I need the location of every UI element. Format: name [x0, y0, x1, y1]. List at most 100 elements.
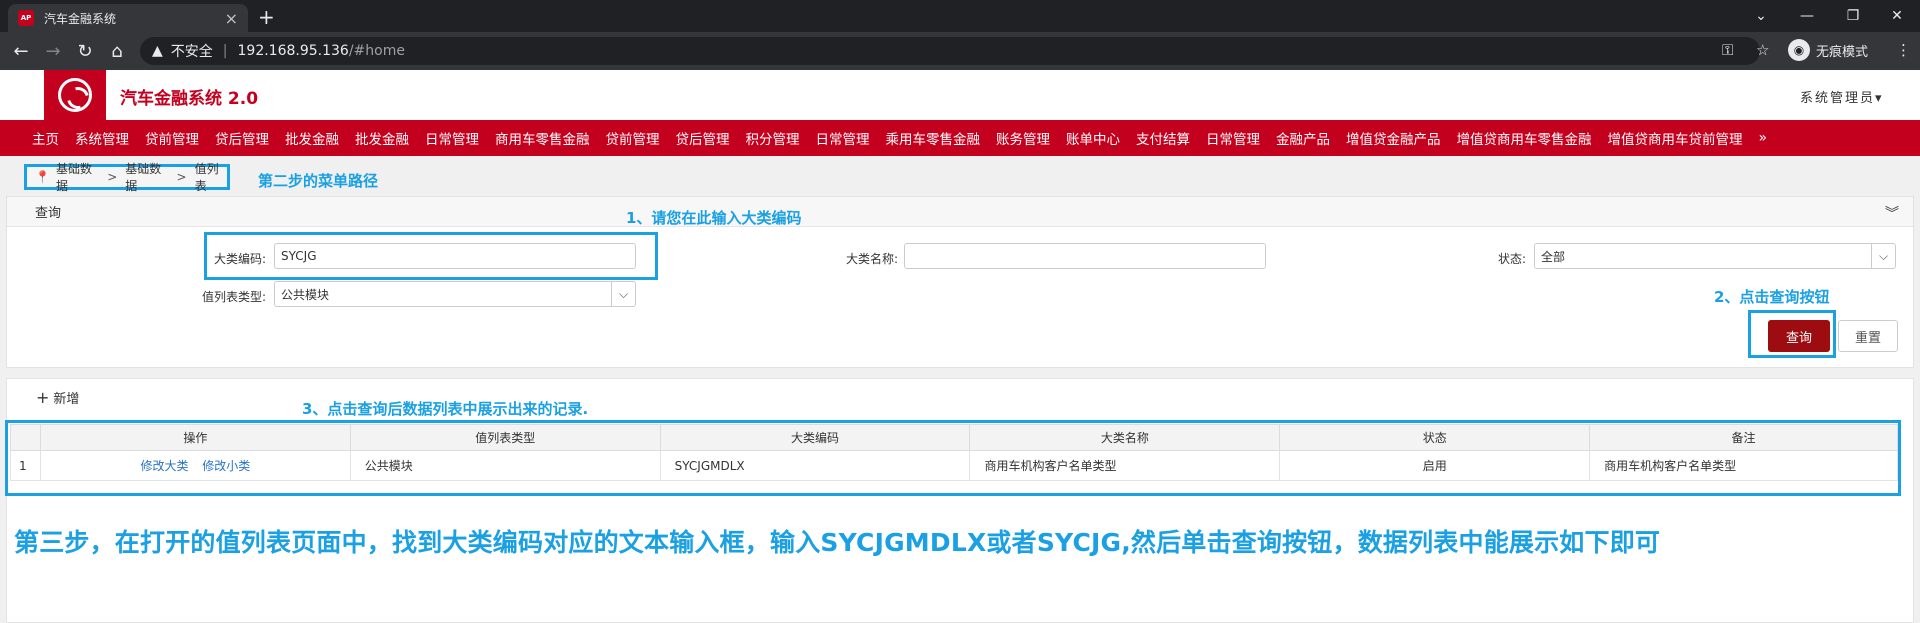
cell-code: SYCJGMDLX — [659, 450, 971, 481]
results-table: 操作 值列表类型 大类编码 大类名称 状态 备注 1 修改大类 修改小类 公共模… — [10, 424, 1898, 481]
collapse-chevron-icon[interactable]: ︾ — [1885, 203, 1899, 223]
warning-icon: ▲ — [152, 43, 163, 59]
menu-item[interactable]: 账务管理 — [996, 128, 1050, 148]
annotation-step3-records: 3、点击查询后数据列表中展示出来的记录. — [302, 400, 589, 418]
menu-item[interactable]: 积分管理 — [746, 128, 800, 148]
instruction-step3: 第三步，在打开的值列表页面中，找到大类编码对应的文本输入框，输入SYCJGMDL… — [14, 528, 1661, 557]
browser-tab-bar: AP 汽车金融系统 × + ⌄ — ❐ ✕ — [0, 0, 1920, 32]
url-path: /#home — [348, 43, 405, 59]
menu-item[interactable]: 贷后管理 — [215, 128, 269, 148]
cell-status: 启用 — [1279, 450, 1591, 481]
reload-icon[interactable]: ↻ — [74, 41, 96, 62]
menu-item[interactable]: 商用车零售金融 — [495, 128, 590, 148]
column-header: 大类名称 — [969, 424, 1281, 451]
window-close-icon[interactable]: ✕ — [1874, 0, 1920, 32]
name-input[interactable] — [904, 243, 1266, 269]
menu-item[interactable]: 增值贷商用车贷前管理 — [1608, 128, 1743, 148]
menu-item[interactable]: 贷前管理 — [606, 128, 660, 148]
plus-icon: + — [36, 388, 50, 407]
annotation-step2-search: 2、点击查询按钮 — [1714, 288, 1830, 306]
main-menu: 主页 系统管理 贷前管理 贷后管理 批发金融 批发金融 日常管理 商用车零售金融 贷前管理 贷后管… — [0, 120, 1920, 156]
menu-item[interactable]: 日常管理 — [1206, 128, 1260, 148]
caret-down-icon: ▾ — [1875, 91, 1884, 106]
add-button[interactable]: + 新增 — [36, 388, 79, 407]
edit-category-link[interactable]: 修改大类 — [140, 459, 188, 473]
column-header: 备注 — [1589, 424, 1898, 451]
chevron-down-icon: ⌵ — [611, 282, 635, 306]
results-panel — [6, 378, 1914, 623]
menu-item[interactable]: 批发金融 — [285, 128, 339, 148]
type-label: 值列表类型: — [201, 290, 266, 304]
menu-item[interactable]: 乘用车零售金融 — [886, 128, 981, 148]
restore-icon[interactable]: ❐ — [1830, 0, 1876, 32]
status-label: 状态: — [1497, 252, 1526, 266]
address-bar[interactable]: ▲ 不安全 | 192.168.95.136 /#home — [140, 37, 1760, 65]
new-tab-icon[interactable]: + — [258, 5, 275, 29]
table-row[interactable]: 1 修改大类 修改小类 公共模块 SYCJGMDLX 商用车机构客户名单类型 启… — [10, 450, 1898, 481]
menu-item[interactable]: 支付结算 — [1136, 128, 1190, 148]
home-icon[interactable]: ⌂ — [106, 41, 128, 62]
column-header: 操作 — [39, 424, 351, 451]
url-host: 192.168.95.136 — [237, 43, 349, 59]
menu-item[interactable]: 批发金融 — [355, 128, 409, 148]
incognito-icon: ◉ — [1788, 39, 1810, 61]
cell-name: 商用车机构客户名单类型 — [969, 450, 1281, 481]
table-header-row: 操作 值列表类型 大类编码 大类名称 状态 备注 — [10, 424, 1898, 451]
type-select[interactable]: 公共模块 ⌵ — [274, 281, 636, 307]
code-input[interactable]: SYCJG — [274, 243, 636, 269]
breadcrumb-item[interactable]: 基础数据 — [56, 160, 99, 194]
browser-tab[interactable]: AP 汽车金融系统 × — [8, 4, 248, 32]
reset-button[interactable]: 重置 — [1838, 320, 1898, 352]
annotation-step1: 1、请您在此输入大类编码 — [626, 209, 802, 227]
bookmark-star-icon[interactable]: ☆ — [1756, 41, 1769, 59]
menu-item[interactable]: 主页 — [32, 128, 59, 148]
menu-more-icon[interactable]: » — [1759, 130, 1768, 146]
breadcrumb-item[interactable]: 值列表 — [195, 160, 227, 194]
browser-menu-icon[interactable]: ⋮ — [1896, 41, 1911, 59]
menu-item[interactable]: 增值贷商用车零售金融 — [1457, 128, 1592, 148]
security-label: 不安全 — [170, 44, 213, 60]
row-actions: 修改大类 修改小类 — [39, 450, 351, 481]
tab-title: 汽车金融系统 — [44, 11, 117, 26]
chevron-down-icon: ⌵ — [1871, 244, 1895, 268]
incognito-indicator[interactable]: ◉ 无痕模式 — [1788, 36, 1868, 64]
cell-type: 公共模块 — [349, 450, 661, 481]
menu-item[interactable]: 贷前管理 — [145, 128, 199, 148]
forward-icon[interactable]: → — [42, 41, 64, 62]
breadcrumb: 📍 基础数据 > 基础数据 > 值列表 — [24, 162, 230, 193]
browser-toolbar: ← → ↻ ⌂ ▲ 不安全 | 192.168.95.136 /#home ⚿ … — [0, 32, 1920, 70]
app-logo — [44, 70, 106, 120]
app-favicon-icon: AP — [18, 10, 34, 26]
code-label: 大类编码: — [213, 252, 266, 266]
location-pin-icon: 📍 — [35, 170, 50, 184]
query-panel-header[interactable]: 查询 ︾ — [7, 197, 1913, 227]
menu-item[interactable]: 日常管理 — [425, 128, 479, 148]
search-button[interactable]: 查询 — [1768, 320, 1830, 352]
user-menu[interactable]: 系统管理员▾ — [1800, 87, 1884, 106]
status-select[interactable]: 全部 ⌵ — [1534, 243, 1896, 269]
minimize-icon[interactable]: — — [1784, 0, 1830, 32]
menu-item[interactable]: 贷后管理 — [676, 128, 730, 148]
app-header: 汽车金融系统 2.0 系统管理员▾ — [0, 70, 1920, 120]
brand-logo-icon — [58, 78, 92, 112]
edit-subcategory-link[interactable]: 修改小类 — [202, 459, 250, 473]
query-panel-title: 查询 — [35, 206, 62, 221]
name-label: 大类名称: — [845, 252, 898, 266]
app-title: 汽车金融系统 2.0 — [120, 89, 259, 109]
column-header: 大类编码 — [659, 424, 971, 451]
key-icon[interactable]: ⚿ — [1722, 41, 1733, 59]
row-index: 1 — [10, 450, 41, 481]
breadcrumb-item[interactable]: 基础数据 — [125, 160, 168, 194]
tab-close-icon[interactable]: × — [225, 9, 238, 28]
column-header: 值列表类型 — [349, 424, 661, 451]
cell-remark: 商用车机构客户名单类型 — [1589, 450, 1898, 481]
back-icon[interactable]: ← — [10, 41, 32, 62]
column-header: 状态 — [1279, 424, 1591, 451]
tab-search-icon[interactable]: ⌄ — [1738, 0, 1784, 32]
menu-item[interactable]: 系统管理 — [75, 128, 129, 148]
annotation-step2: 第二步的菜单路径 — [258, 172, 379, 190]
menu-item[interactable]: 账单中心 — [1066, 128, 1120, 148]
menu-item[interactable]: 日常管理 — [816, 128, 870, 148]
menu-item[interactable]: 金融产品 — [1276, 128, 1330, 148]
menu-item[interactable]: 增值贷金融产品 — [1346, 128, 1441, 148]
